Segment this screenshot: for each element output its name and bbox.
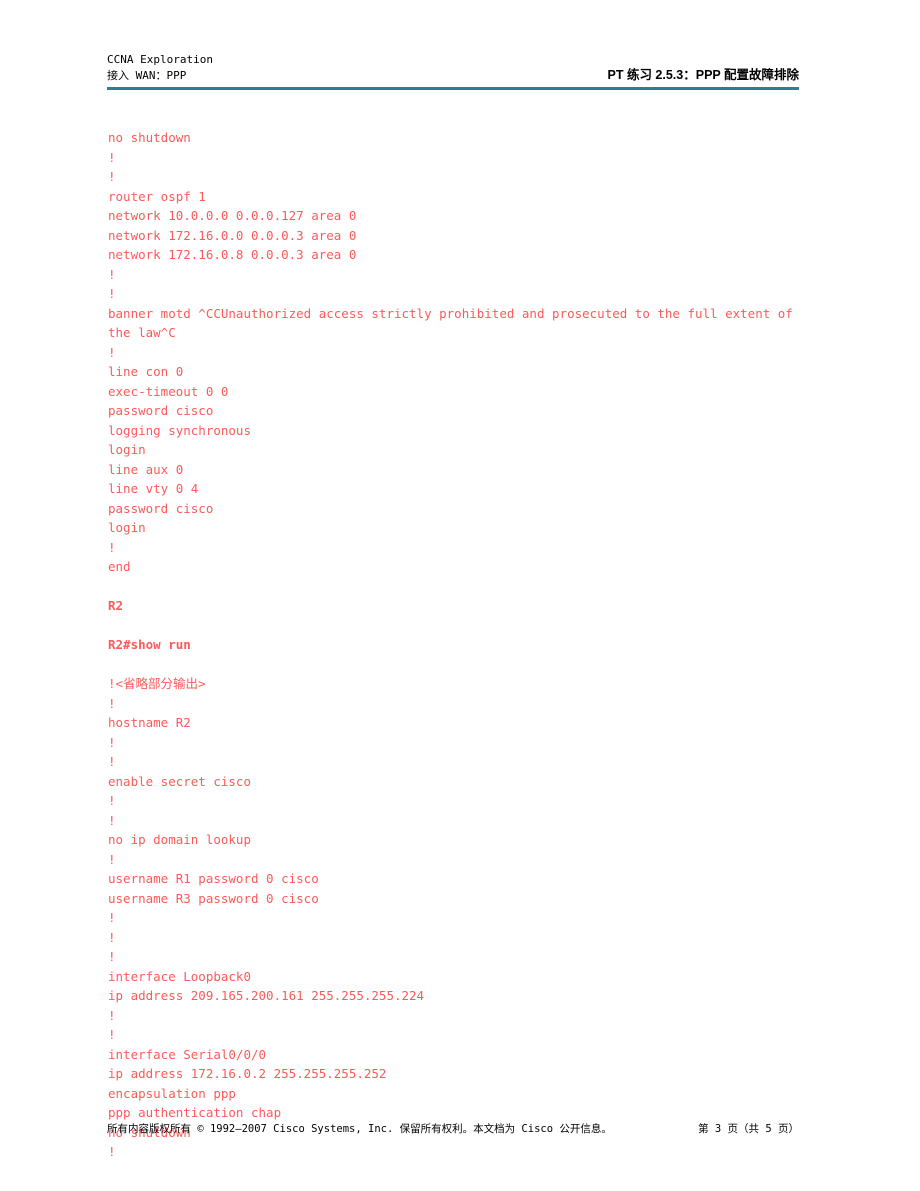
config-line: ! (108, 266, 116, 282)
config-line: logging synchronous (108, 422, 251, 438)
config-line: ! (108, 754, 116, 769)
config-line: line con 0 (108, 364, 184, 379)
header-divider (107, 87, 799, 90)
config-line: enable secret cisco (108, 773, 251, 789)
config-line (108, 616, 808, 636)
config-line: interface Serial0/0/0 (108, 1046, 267, 1062)
config-line: line aux 0 (108, 461, 184, 477)
config-line: ! (108, 910, 116, 925)
config-line: network 172.16.0.0 0.0.0.3 area 0 (108, 227, 357, 243)
config-line: ! (108, 539, 116, 555)
config-line: username R1 password 0 cisco (108, 871, 319, 886)
document-page: CCNA Exploration 接入 WAN：PPP PT 练习 2.5.3：… (0, 0, 920, 1191)
config-line: hostname R2 (108, 715, 191, 730)
config-line: ! (108, 286, 116, 301)
config-line: no shutdown (108, 130, 191, 145)
config-line: ! (108, 1144, 116, 1159)
course-subtitle: 接入 WAN：PPP (107, 69, 187, 82)
config-line: end (108, 559, 131, 574)
config-line: password cisco (108, 403, 214, 418)
config-line: ip address 209.165.200.161 255.255.255.2… (108, 988, 425, 1003)
config-line (108, 655, 808, 675)
config-listing: no shutdown!! router ospf 1 network 10.0.0… (108, 128, 808, 1162)
config-line: router ospf 1 (108, 188, 206, 204)
config-line: ! (108, 1027, 116, 1042)
config-line: network 10.0.0.0 0.0.0.127 area 0 (108, 208, 357, 223)
config-line: ! (108, 812, 116, 828)
header-rows: CCNA Exploration 接入 WAN：PPP PT 练习 2.5.3：… (107, 52, 799, 84)
config-line: ! (108, 169, 116, 184)
config-line: ! (108, 695, 116, 711)
config-line: no ip domain lookup (108, 832, 251, 847)
config-line: ! (108, 149, 116, 165)
config-line: ! (108, 949, 116, 964)
config-line: banner motd ^CCUnauthorized access stric… (108, 305, 793, 341)
config-line: ! (108, 793, 116, 808)
config-line: ! (108, 1007, 116, 1023)
page-number: 第 3 页（共 5 页） (698, 1123, 799, 1135)
page-footer: 所有内容版权所有 © 1992–2007 Cisco Systems, Inc.… (107, 1120, 799, 1140)
config-line: interface Loopback0 (108, 968, 251, 984)
config-line: ! (108, 344, 116, 360)
config-line: ! (108, 734, 116, 750)
config-line: line vty 0 4 (108, 481, 199, 496)
config-line: encapsulation ppp (108, 1085, 236, 1101)
config-line: ip address 172.16.0.2 255.255.255.252 (108, 1066, 387, 1081)
config-line: login (108, 442, 146, 457)
config-line: ! (108, 929, 116, 945)
config-line: ! (108, 851, 116, 867)
config-line: !<省略部分输出> (108, 676, 206, 691)
config-line (108, 577, 808, 597)
page-header: CCNA Exploration 接入 WAN：PPP PT 练习 2.5.3：… (107, 52, 799, 84)
document-title: PT 练习 2.5.3：PPP 配置故障排除 (607, 68, 799, 82)
config-line: R2#show run (108, 637, 191, 652)
config-line: network 172.16.0.8 0.0.0.3 area 0 (108, 247, 357, 262)
config-line: login (108, 520, 146, 535)
config-line: password cisco (108, 500, 214, 516)
course-title: CCNA Exploration (107, 53, 213, 66)
config-line: R2 (108, 598, 124, 613)
config-line: username R3 password 0 cisco (108, 890, 319, 906)
config-line: exec-timeout 0 0 (108, 383, 229, 399)
copyright-notice: 所有内容版权所有 © 1992–2007 Cisco Systems, Inc.… (107, 1123, 612, 1135)
